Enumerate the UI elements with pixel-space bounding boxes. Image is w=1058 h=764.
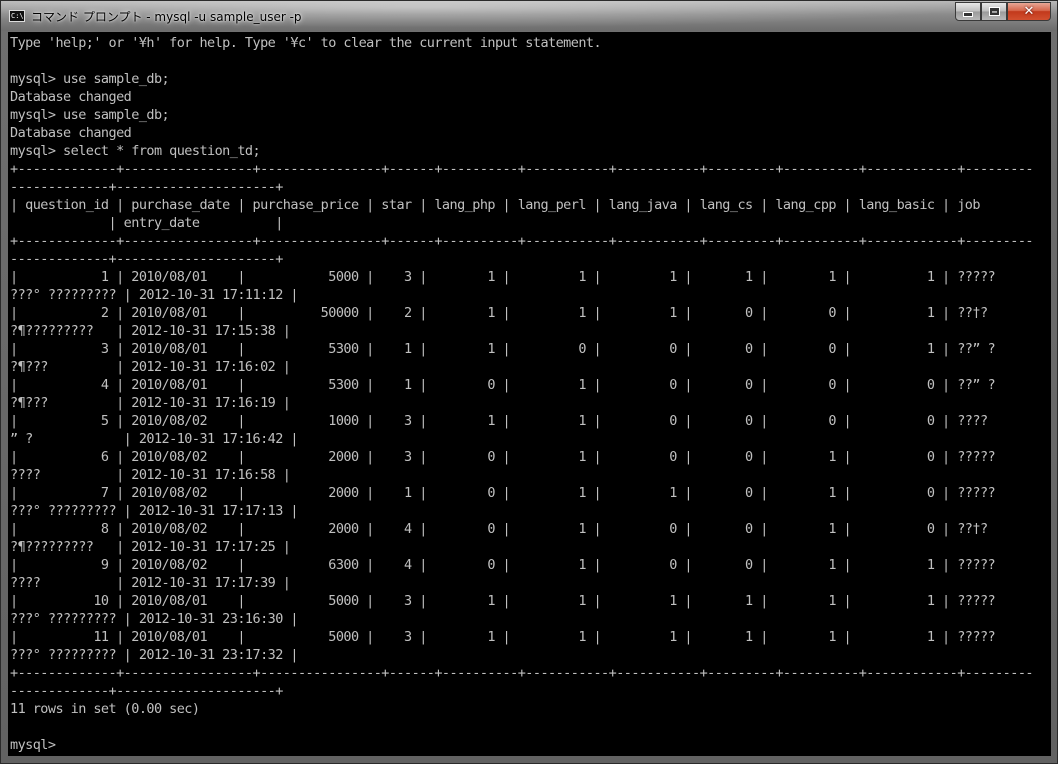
console-line: | 4 | 2010/08/01 | 5300 | 1 | 0 | 1 | 0 … bbox=[10, 377, 996, 393]
console-line: -------------+---------------------+ bbox=[10, 251, 283, 267]
console-line: mysql> use sample_db; bbox=[10, 107, 170, 123]
console-line: ???° ????????? | 2012-10-31 23:16:30 | bbox=[10, 611, 299, 627]
minimize-icon bbox=[963, 12, 973, 17]
title-bar[interactable]: C:\ コマンド プロンプト - mysql -u sample_user -p… bbox=[1, 1, 1057, 31]
console-line: | 5 | 2010/08/02 | 1000 | 3 | 1 | 1 | 0 … bbox=[10, 413, 988, 429]
console-line: | entry_date | bbox=[10, 215, 284, 231]
console-line: | 7 | 2010/08/02 | 2000 | 1 | 0 | 1 | 1 … bbox=[10, 485, 996, 501]
console-line: | 2 | 2010/08/01 | 50000 | 2 | 1 | 1 | 1… bbox=[10, 305, 988, 321]
console-line: +-------------+-----------------+-------… bbox=[10, 665, 1034, 681]
console-line: ?¶??? | 2012-10-31 17:16:19 | bbox=[10, 395, 291, 411]
console-line: +-------------+-----------------+-------… bbox=[10, 233, 1034, 249]
console-line: mysql> use sample_db; bbox=[10, 71, 170, 87]
console-line: ???? | 2012-10-31 17:16:58 | bbox=[10, 467, 291, 483]
console-line: ?¶????????? | 2012-10-31 17:15:38 | bbox=[10, 323, 291, 339]
console-line: | 8 | 2010/08/02 | 2000 | 4 | 0 | 1 | 0 … bbox=[10, 521, 988, 537]
console-line: | 10 | 2010/08/01 | 5000 | 3 | 1 | 1 | 1… bbox=[10, 593, 996, 609]
console-line: ???? | 2012-10-31 17:17:39 | bbox=[10, 575, 291, 591]
minimize-button[interactable] bbox=[955, 2, 981, 21]
console-line: Database changed bbox=[10, 89, 132, 105]
console-line: ” ? | 2012-10-31 17:16:42 | bbox=[10, 431, 299, 447]
console-line: ???° ????????? | 2012-10-31 17:11:12 | bbox=[10, 287, 299, 303]
console-line: | 9 | 2010/08/02 | 6300 | 4 | 0 | 1 | 0 … bbox=[10, 557, 996, 573]
maximize-icon bbox=[988, 7, 1000, 16]
console-line: 11 rows in set (0.00 sec) bbox=[10, 701, 200, 717]
console-line: -------------+---------------------+ bbox=[10, 179, 283, 195]
console-line: -------------+---------------------+ bbox=[10, 683, 283, 699]
window-controls: ✕ bbox=[955, 2, 1051, 21]
console-line: | 11 | 2010/08/01 | 5000 | 3 | 1 | 1 | 1… bbox=[10, 629, 996, 645]
console-line: | 3 | 2010/08/01 | 5300 | 1 | 1 | 0 | 0 … bbox=[10, 341, 996, 357]
close-icon: ✕ bbox=[1023, 4, 1035, 19]
close-button[interactable]: ✕ bbox=[1007, 2, 1051, 21]
window-title: コマンド プロンプト - mysql -u sample_user -p bbox=[31, 10, 302, 24]
command-prompt-icon[interactable]: C:\ bbox=[9, 10, 25, 22]
console-output[interactable]: Type 'help;' or '¥h' for help. Type '¥c'… bbox=[8, 32, 1051, 756]
console-line: +-------------+-----------------+-------… bbox=[10, 161, 1034, 177]
console-line: ?¶??? | 2012-10-31 17:16:02 | bbox=[10, 359, 291, 375]
console-line: | 1 | 2010/08/01 | 5000 | 3 | 1 | 1 | 1 … bbox=[10, 269, 996, 285]
console-line: Database changed bbox=[10, 125, 132, 141]
console-line: | question_id | purchase_date | purchase… bbox=[10, 197, 981, 213]
command-prompt-window: C:\ コマンド プロンプト - mysql -u sample_user -p… bbox=[0, 0, 1058, 764]
console-line: mysql> bbox=[10, 737, 56, 753]
console-line: Type 'help;' or '¥h' for help. Type '¥c'… bbox=[10, 35, 602, 51]
console-line: mysql> select * from question_td; bbox=[10, 143, 261, 159]
console-line: ?¶????????? | 2012-10-31 17:17:25 | bbox=[10, 539, 291, 555]
console-line: ???° ????????? | 2012-10-31 23:17:32 | bbox=[10, 647, 299, 663]
console-line: ???° ????????? | 2012-10-31 17:17:13 | bbox=[10, 503, 299, 519]
console-line: | 6 | 2010/08/02 | 2000 | 3 | 0 | 1 | 0 … bbox=[10, 449, 996, 465]
maximize-button[interactable] bbox=[981, 2, 1007, 21]
